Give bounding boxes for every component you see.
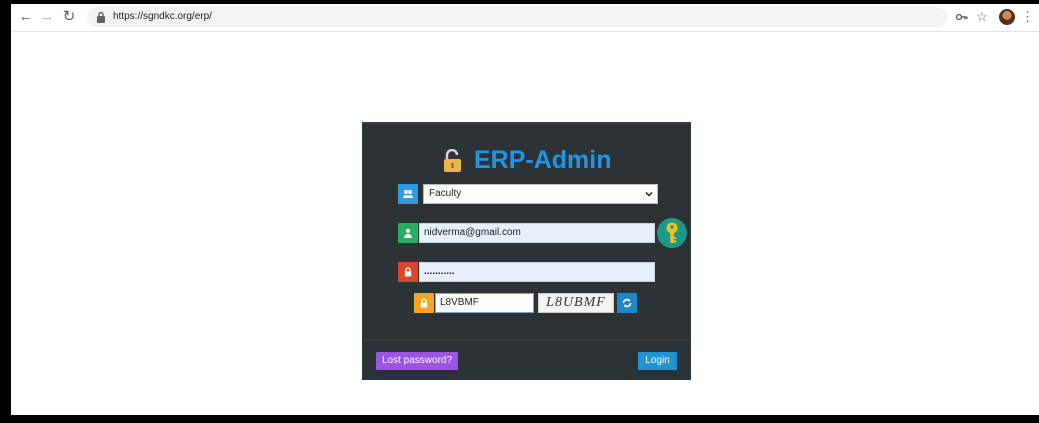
- user-icon: [398, 223, 418, 243]
- captcha-lock-icon: [414, 293, 434, 313]
- email-field[interactable]: nidverma@gmail.com: [419, 223, 655, 243]
- key-icon[interactable]: [955, 8, 969, 26]
- panel-divider: [362, 340, 691, 341]
- lost-password-button[interactable]: Lost password?: [376, 352, 459, 370]
- browser-toolbar: ← → ↻ https://sgndkc.org/erp/ ☆ ⋮: [11, 4, 1039, 32]
- profile-avatar[interactable]: [999, 9, 1015, 25]
- password-field[interactable]: ...........: [419, 262, 655, 282]
- chevron-down-icon: [645, 191, 653, 197]
- captcha-value: L8VBMF: [440, 297, 479, 308]
- login-panel: ERP-Admin Faculty nidverma@gmail.com ...…: [362, 122, 691, 380]
- captcha-image: L8UBMF: [538, 293, 614, 313]
- login-button[interactable]: Login: [638, 352, 677, 370]
- refresh-captcha-button[interactable]: [617, 293, 637, 313]
- secure-lock-icon: [97, 11, 105, 23]
- bookmark-star-icon[interactable]: ☆: [975, 8, 989, 26]
- captcha-input[interactable]: L8VBMF: [435, 293, 534, 313]
- login-header: ERP-Admin: [362, 146, 691, 178]
- browser-window: ← → ↻ https://sgndkc.org/erp/ ☆ ⋮ ERP-Ad…: [11, 4, 1039, 415]
- password-value: ...........: [424, 266, 455, 277]
- users-icon: [398, 184, 418, 204]
- lock-icon: [398, 262, 418, 282]
- email-value: nidverma@gmail.com: [424, 227, 521, 238]
- url-text: https://sgndkc.org/erp/: [113, 11, 212, 22]
- reload-icon[interactable]: ↻: [60, 8, 78, 26]
- captcha-image-text: L8UBMF: [546, 295, 606, 310]
- role-select[interactable]: Faculty: [423, 184, 658, 204]
- show-credentials-key-button[interactable]: [657, 218, 687, 248]
- role-select-value: Faculty: [429, 188, 462, 199]
- key-icon: [666, 222, 678, 243]
- more-menu-icon[interactable]: ⋮: [1021, 8, 1034, 26]
- page-title: ERP-Admin: [473, 146, 612, 174]
- forward-icon[interactable]: →: [38, 8, 56, 26]
- unlock-icon: [443, 148, 461, 172]
- back-icon[interactable]: ←: [17, 8, 35, 26]
- address-bar[interactable]: https://sgndkc.org/erp/: [87, 7, 947, 27]
- refresh-icon: [622, 298, 632, 308]
